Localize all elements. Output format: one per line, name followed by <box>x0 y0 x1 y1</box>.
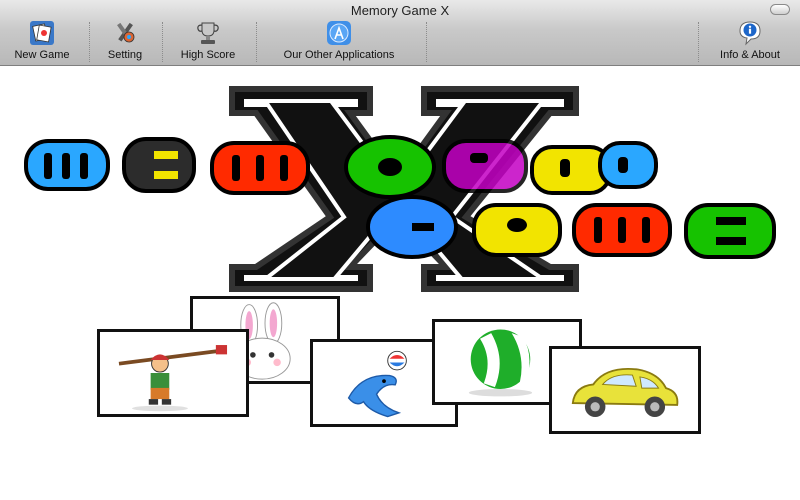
toolbar-separator <box>162 22 163 62</box>
high-score-button[interactable]: High Score <box>170 18 246 64</box>
memory-game-window: Memory Game X New Game Setting High Scor… <box>0 0 800 500</box>
toolbar-separator <box>698 22 699 62</box>
logo-letter-m3 <box>572 203 672 257</box>
toy-car-card <box>549 346 701 434</box>
logo-letter-a <box>472 203 562 257</box>
other-apps-button[interactable]: Our Other Applications <box>264 18 414 64</box>
new-game-button[interactable]: New Game <box>4 18 80 64</box>
toolbar-separator <box>256 22 257 62</box>
high-score-label: High Score <box>180 49 236 61</box>
title-bar: Memory Game X New Game Setting High Scor… <box>0 0 800 66</box>
kid-painter-card <box>97 329 249 417</box>
toolbar-separator <box>426 22 427 62</box>
logo-letter-g <box>366 195 458 259</box>
other-apps-label: Our Other Applications <box>283 49 395 61</box>
logo-letter-m2 <box>210 141 310 195</box>
info-about-button[interactable]: Info & About <box>706 18 794 64</box>
cards-icon <box>30 21 54 45</box>
logo-letter-m <box>24 139 110 191</box>
tools-icon <box>117 22 135 43</box>
logo-letter-r <box>442 139 528 193</box>
toy-car-picture <box>571 367 679 418</box>
app-store-icon <box>327 21 351 45</box>
memory-game-x-logo <box>24 86 776 292</box>
setting-label: Setting <box>107 49 143 61</box>
info-about-label: Info & About <box>720 49 780 61</box>
logo-letter-e <box>122 137 196 193</box>
new-game-label: New Game <box>14 49 70 61</box>
logo-letter-y-extra <box>598 141 658 189</box>
logo-letter-e2 <box>684 203 776 259</box>
game-wordmark <box>366 195 776 259</box>
logo-letter-o <box>344 135 436 199</box>
toolbar: New Game Setting High Score Our Other Ap… <box>0 18 800 64</box>
toolbar-separator <box>89 22 90 62</box>
toolbar-toggle-button[interactable] <box>770 4 790 15</box>
window-title: Memory Game X <box>350 3 450 18</box>
trophy-icon <box>197 22 219 44</box>
kid-painter-picture <box>118 345 228 412</box>
content-area <box>0 67 800 500</box>
setting-button[interactable]: Setting <box>96 18 154 64</box>
info-bubble-icon <box>739 21 761 46</box>
